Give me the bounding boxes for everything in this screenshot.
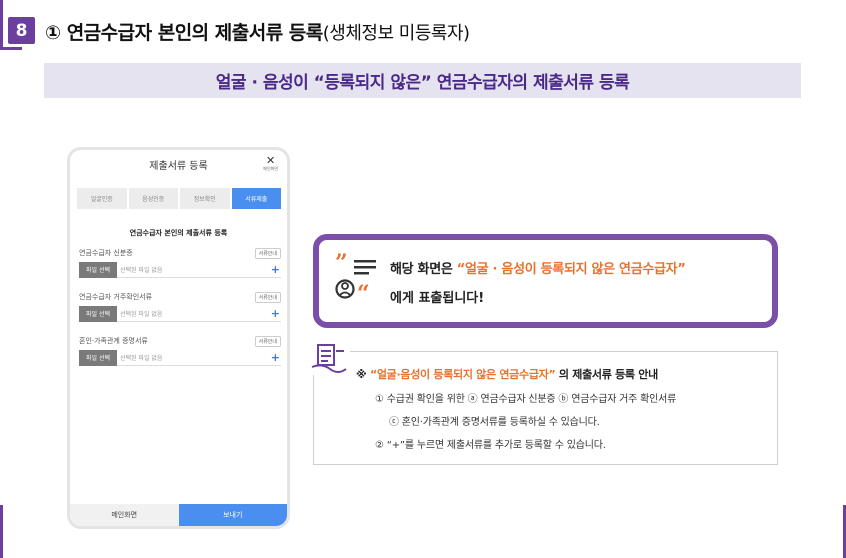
- send-button[interactable]: 보내기: [178, 504, 287, 526]
- phone-screen: 제출서류 등록 ✕ 메인화면 얼굴인증 음성인증 정보확인 서류제출 연금수급자…: [67, 147, 290, 529]
- field-id-card: 연금수급자 신분증 서류안내 파일 선택 선택된 파일 없음 +: [79, 247, 281, 278]
- step-submit: 서류제출: [231, 188, 281, 209]
- step-number-badge: 8: [8, 17, 35, 44]
- banner-text: 얼굴 · 음성이 “등록되지 않은” 연금수급자의 제출서류 등록: [215, 73, 630, 93]
- field-label: 연금수급자 신분증: [79, 249, 133, 257]
- note-item-1b: ⓒ 혼인·가족관계 증명서류를 등록하실 수 있습니다.: [389, 417, 600, 428]
- add-file-icon[interactable]: +: [271, 307, 280, 320]
- page: 8 ① 연금수급자 본인의 제출서류 등록(생체정보 미등록자) 얼굴 · 음성…: [0, 0, 846, 558]
- file-status: 선택된 파일 없음: [120, 267, 163, 274]
- field-residence: 연금수급자 거주확인서류 서류안내 파일 선택 선택된 파일 없음 +: [79, 291, 281, 322]
- callout-line-1: 해당 화면은 “얼굴 · 음성이 등록되지 않은 연금수급자”: [390, 258, 686, 277]
- svg-text:”: ”: [335, 253, 348, 276]
- guide-note: ※ “얼굴·음성이 등록되지 않은 연금수급자” 의 제출서류 등록 안내 ① …: [313, 351, 778, 465]
- bottom-bar: 메인화면 보내기: [70, 504, 287, 526]
- close-label: 메인화면: [263, 166, 278, 171]
- file-select-button[interactable]: 파일 선택: [79, 305, 117, 322]
- page-title-sub: (생체정보 미등록자): [322, 23, 470, 44]
- document-guide-button[interactable]: 서류안내: [254, 335, 281, 347]
- note-title-highlight: “얼굴·음성이 등록되지 않은 연금수급자”: [369, 368, 556, 381]
- file-row: 파일 선택 선택된 파일 없음 +: [79, 349, 281, 366]
- callout-prefix: 해당 화면은: [390, 262, 457, 277]
- progress-steps: 얼굴인증 음성인증 정보확인 서류제출: [77, 188, 281, 209]
- section-banner: 얼굴 · 음성이 “등록되지 않은” 연금수급자의 제출서류 등록: [44, 63, 801, 98]
- note-item-2: ② “+”를 누르면 제출서류를 추가로 등록할 수 있습니다.: [375, 440, 606, 451]
- document-guide-button[interactable]: 서류안내: [254, 291, 281, 303]
- note-title-prefix: ※: [356, 368, 370, 381]
- file-select-button[interactable]: 파일 선택: [79, 349, 117, 366]
- file-status: 선택된 파일 없음: [120, 311, 163, 318]
- section-title: 연금수급자 본인의 제출서류 등록: [129, 229, 228, 237]
- add-file-icon[interactable]: +: [271, 263, 280, 276]
- close-button[interactable]: ✕ 메인화면: [263, 154, 278, 172]
- file-status: 선택된 파일 없음: [120, 355, 163, 362]
- note-item-1a: ① 수급권 확인을 위한 ⓐ 연금수급자 신분증 ⓑ 연금수급자 거주 확인서류: [375, 394, 677, 405]
- frame-accent: [0, 505, 3, 558]
- file-row: 파일 선택 선택된 파일 없음 +: [79, 305, 281, 322]
- step-voice: 음성인증: [128, 188, 178, 209]
- step-face: 얼굴인증: [77, 188, 127, 209]
- phone-title: 제출서류 등록: [149, 161, 208, 172]
- quote-person-icon: ” “: [335, 253, 376, 303]
- note-title: ※ “얼굴·음성이 등록되지 않은 연금수급자” 의 제출서류 등록 안내: [356, 366, 658, 382]
- note-title-suffix: 의 제출서류 등록 안내: [555, 368, 658, 381]
- frame-accent: [0, 0, 3, 50]
- frame-accent: [0, 47, 22, 50]
- notice-callout: ” “ 해당 화면은 “얼굴 · 음성이 등록되지 않은 연금수급자” 에게 표…: [313, 234, 778, 328]
- field-label: 혼인·가족관계 증명서류: [79, 337, 148, 345]
- file-row: 파일 선택 선택된 파일 없음 +: [79, 261, 281, 278]
- file-select-button[interactable]: 파일 선택: [79, 261, 117, 278]
- callout-highlight: “얼굴 · 음성이 등록되지 않은 연금수급자”: [456, 262, 686, 277]
- main-screen-button[interactable]: 메인화면: [70, 504, 179, 526]
- field-family: 혼인·가족관계 증명서류 서류안내 파일 선택 선택된 파일 없음 +: [79, 335, 281, 366]
- field-label: 연금수급자 거주확인서류: [79, 293, 153, 301]
- page-title-main: ① 연금수급자 본인의 제출서류 등록: [45, 22, 323, 44]
- add-file-icon[interactable]: +: [271, 351, 280, 364]
- document-icon: [311, 343, 350, 375]
- document-guide-button[interactable]: 서류안내: [254, 247, 281, 259]
- close-icon: ✕: [266, 154, 276, 167]
- svg-text:“: “: [357, 281, 370, 303]
- page-title: ① 연금수급자 본인의 제출서류 등록(생체정보 미등록자): [45, 18, 470, 45]
- step-info: 정보확인: [180, 188, 230, 209]
- callout-line-2: 에게 표출됩니다!: [390, 291, 485, 306]
